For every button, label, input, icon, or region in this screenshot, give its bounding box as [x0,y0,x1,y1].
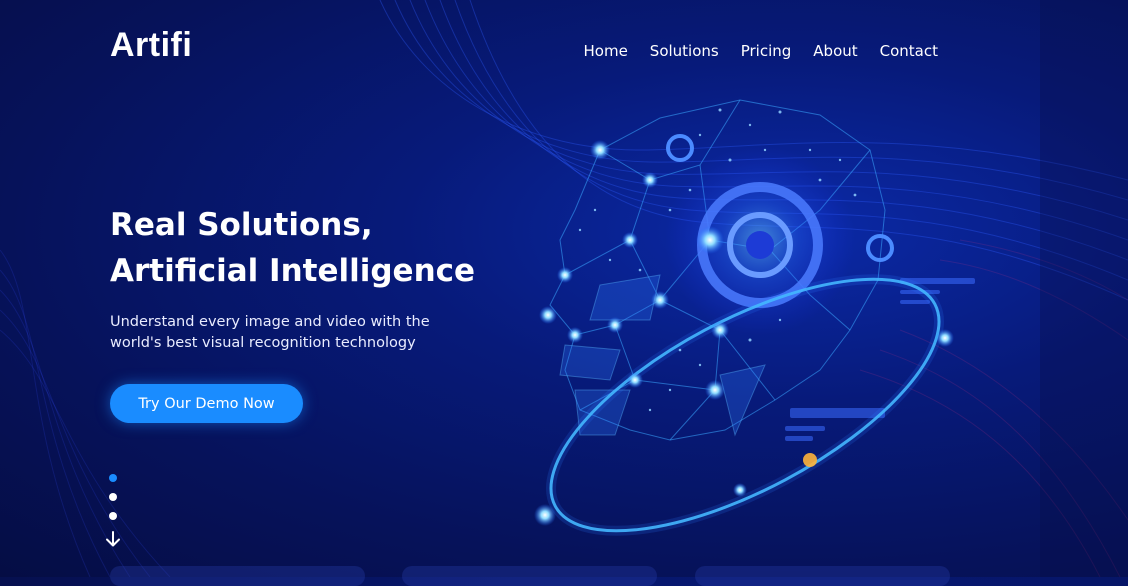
slider-pagination [109,474,119,531]
nav-link-pricing[interactable]: Pricing [741,42,792,60]
hero-subtext-line-1: Understand every image and video with th… [110,314,430,330]
ai-head-illustration [534,99,975,536]
hero-section: Artifi Home Solutions Pricing About Cont… [0,0,1128,586]
nav-link-solutions[interactable]: Solutions [650,42,719,60]
feature-cards-peek [110,566,970,586]
feature-card-2[interactable] [402,566,657,586]
main-nav: Home Solutions Pricing About Contact [584,42,939,60]
nav-link-home[interactable]: Home [584,42,628,60]
slider-dot-2[interactable] [109,493,117,501]
feature-card-1[interactable] [110,566,365,586]
slider-dot-1[interactable] [109,474,117,482]
hero-subtext-line-2: world's best visual recognition technolo… [110,335,416,351]
try-demo-button[interactable]: Try Our Demo Now [110,384,303,423]
hero-headline-line-1: Real Solutions, [110,207,373,243]
nav-link-contact[interactable]: Contact [880,42,938,60]
feature-card-3[interactable] [695,566,950,586]
arrow-down-icon[interactable] [104,530,122,548]
top-navigation-bar: Artifi Home Solutions Pricing About Cont… [0,0,1128,96]
hero-headline-line-2: Artificial Intelligence [110,253,476,289]
hero-subtext: Understand every image and video with th… [110,312,470,354]
brand-logo[interactable]: Artifi [110,26,192,65]
hero-headline: Real Solutions, Artificial Intelligence [110,202,530,294]
slider-dot-3[interactable] [109,512,117,520]
nav-link-about[interactable]: About [813,42,857,60]
